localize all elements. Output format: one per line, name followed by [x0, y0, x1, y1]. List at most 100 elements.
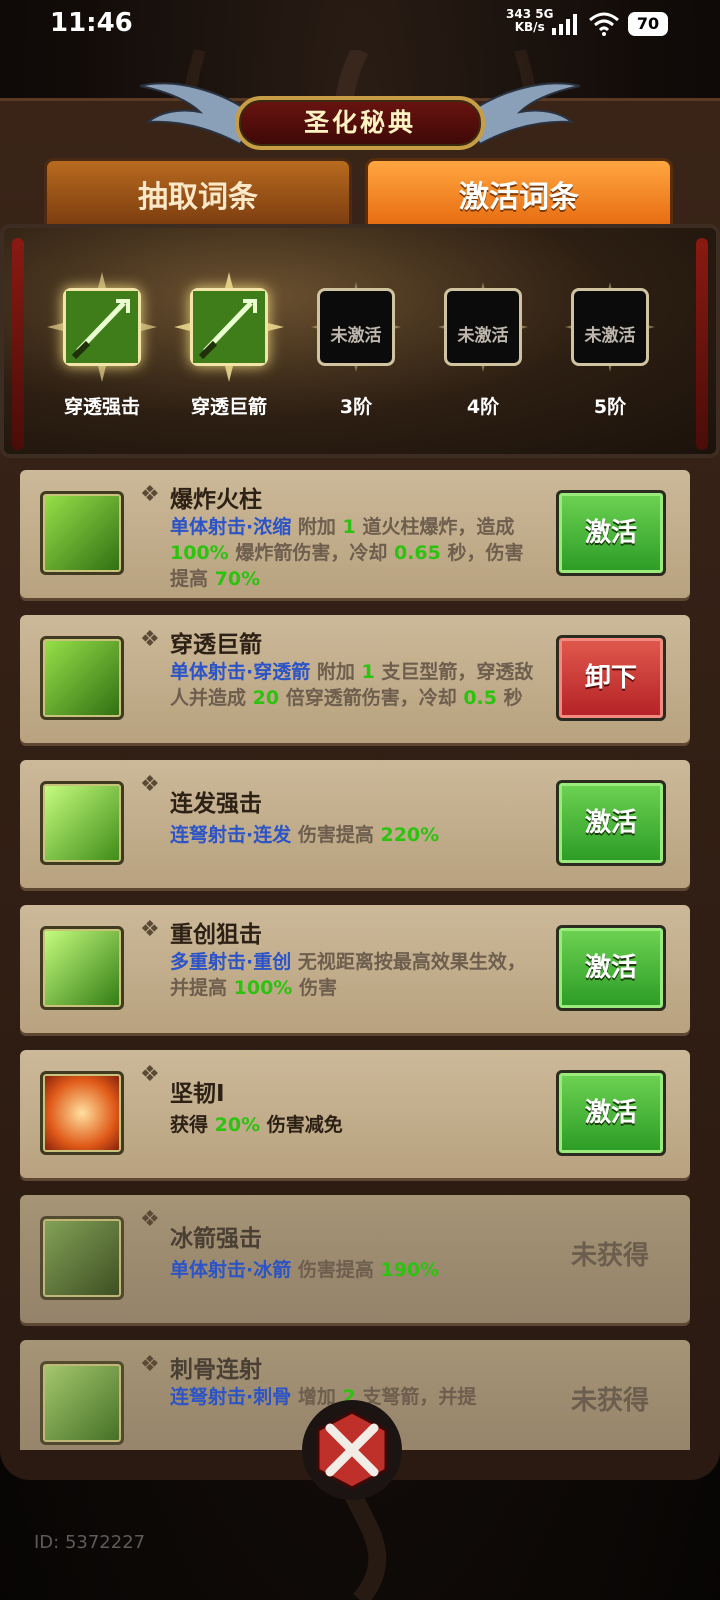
desc-text: 附加 [316, 661, 362, 683]
desc-number: 100% [233, 977, 293, 999]
slot-4-skill-box: 未激活 [444, 288, 522, 366]
diamond-bullet-icon: ❖ [140, 772, 160, 797]
slot-1-name: 穿透强击 [63, 396, 140, 418]
arrow-skill-icon [40, 491, 124, 575]
page-title: 圣化秘典 [235, 96, 485, 150]
entry-card-heavy-snipe: ❖ 重创狙击 多重射击·重创 无视距离按最高效果生效，并提高 100% 伤害 激… [20, 905, 690, 1033]
volley-skill-icon [40, 781, 124, 865]
entry-card-ice-arrow: ❖ 冰箭强击 单体射击·冰箭 伤害提高 190% 未获得 [20, 1195, 690, 1323]
slot-3-locked-text: 未激活 [330, 326, 382, 346]
arrow-skill-icon [193, 291, 265, 363]
entry-title: 连发强击 [170, 791, 262, 817]
entry-list[interactable]: ❖ 爆炸火柱 单体射击·浓缩 附加 1 道火柱爆炸，造成 100% 爆炸箭伤害，… [20, 470, 690, 1450]
entry-card-tenacity: ❖ 坚韧Ⅰ 获得 20% 伤害减免 激活 [20, 1050, 690, 1178]
desc-number: 0.65 [393, 542, 441, 564]
entry-tag: 连弩射击·连发 [170, 824, 292, 846]
diamond-bullet-icon: ❖ [140, 482, 160, 507]
entry-description: 获得 20% 伤害减免 [170, 1112, 540, 1138]
status-time: 11:46 [50, 8, 133, 38]
slot-5-skill-box: 未激活 [571, 288, 649, 366]
entry-tag: 单体射击·浓缩 [170, 516, 292, 538]
entry-tag: 单体射击·冰箭 [170, 1259, 292, 1281]
entry-description: 单体射击·冰箭 伤害提高 190% [170, 1257, 540, 1283]
entry-card-explosion-pillar: ❖ 爆炸火柱 单体射击·浓缩 附加 1 道火柱爆炸，造成 100% 爆炸箭伤害，… [20, 470, 690, 598]
entry-card-piercing-arrow: ❖ 穿透巨箭 单体射击·穿透箭 附加 1 支巨型箭，穿透敌人并造成 20 倍穿透… [20, 615, 690, 743]
net-speed-unit: KB/s [514, 20, 545, 34]
slot-2[interactable]: 穿透巨箭 [174, 272, 284, 442]
activate-button[interactable]: 激活 [556, 490, 666, 576]
desc-number: 190% [380, 1259, 440, 1281]
desc-text: 伤害提高 [297, 1259, 381, 1281]
desc-text: 爆炸箭伤害，冷却 [228, 542, 394, 564]
entry-card-rapid-strike: ❖ 连发强击 连弩射击·连发 伤害提高 220% 激活 [20, 760, 690, 888]
desc-number: 20 [252, 687, 280, 709]
entry-title: 刺骨连射 [170, 1357, 262, 1383]
slot-1[interactable]: 穿透强击 [47, 272, 157, 442]
slot-4[interactable]: 未激活 4阶 [428, 272, 538, 442]
entry-tag: 连弩射击·刺骨 [170, 1386, 292, 1408]
desc-text: 道火柱爆炸，造成 [355, 516, 515, 538]
desc-text: 倍穿透箭伤害，冷却 [279, 687, 464, 709]
desc-text: 附加 [297, 516, 343, 538]
net-speed-value: 343 [506, 7, 532, 21]
frame-right [696, 238, 708, 450]
diamond-bullet-icon: ❖ [140, 627, 160, 652]
unequip-button[interactable]: 卸下 [556, 635, 666, 721]
diamond-bullet-icon: ❖ [140, 1352, 160, 1377]
arrow-skill-icon [66, 291, 138, 363]
entry-title: 穿透巨箭 [170, 632, 262, 658]
desc-text: 伤害提高 [297, 824, 381, 846]
close-icon[interactable] [300, 1398, 404, 1502]
desc-text: 伤害减免 [260, 1114, 343, 1136]
slot-4-locked-text: 未激活 [457, 326, 509, 346]
slot-3-name: 3阶 [339, 396, 373, 418]
title-banner: 圣化秘典 [140, 78, 580, 158]
tab-draw-entries[interactable]: 抽取词条 [44, 158, 352, 224]
volley-skill-icon [40, 1361, 124, 1445]
entry-title: 重创狙击 [170, 922, 262, 948]
desc-number: 220% [380, 824, 440, 846]
status-bar: 11:46 343 5G KB/s 70 [0, 0, 720, 50]
activate-button[interactable]: 激活 [556, 780, 666, 866]
desc-text: 秒 [496, 687, 523, 709]
signal-icon [552, 14, 577, 35]
desc-number: 100% [170, 542, 229, 564]
entry-title: 坚韧Ⅰ [170, 1081, 225, 1107]
slot-5-name: 5阶 [593, 396, 627, 418]
entry-title: 冰箭强击 [170, 1226, 262, 1252]
activate-button[interactable]: 激活 [556, 925, 666, 1011]
equipped-slots-panel: 穿透强击 穿透巨箭 未激活 3阶 未激活 4阶 未激活 5阶 [0, 224, 720, 458]
entry-description: 单体射击·浓缩 附加 1 道火柱爆炸，造成 100% 爆炸箭伤害，冷却 0.65… [170, 514, 540, 592]
desc-text: 伤害 [292, 977, 337, 999]
slot-5-locked-text: 未激活 [584, 326, 636, 346]
diamond-bullet-icon: ❖ [140, 1207, 160, 1232]
shield-skill-icon [40, 1071, 124, 1155]
entry-tag: 多重射击·重创 [170, 951, 292, 973]
diamond-bullet-icon: ❖ [140, 917, 160, 942]
entry-tag: 单体射击·穿透箭 [170, 661, 311, 683]
wifi-icon [589, 12, 619, 36]
desc-number: 70% [214, 568, 261, 590]
tab-activate-entries[interactable]: 激活词条 [365, 158, 673, 224]
unavailable-label: 未获得 [570, 1241, 649, 1271]
slot-4-name: 4阶 [466, 396, 500, 418]
activate-button[interactable]: 激活 [556, 1070, 666, 1156]
slot-3[interactable]: 未激活 3阶 [301, 272, 411, 442]
entry-title: 爆炸火柱 [170, 487, 262, 513]
desc-number: 1 [361, 661, 375, 683]
slot-1-skill-box [63, 288, 141, 366]
slot-5[interactable]: 未激活 5阶 [555, 272, 665, 442]
snipe-skill-icon [40, 926, 124, 1010]
user-id: ID: 5372227 [34, 1532, 146, 1553]
desc-number: 20% [214, 1114, 261, 1136]
app-root: 11:46 343 5G KB/s 70 圣化秘典 抽取词条 激活词条 穿透强击… [0, 0, 720, 1600]
network-speed: 343 5G KB/s [506, 8, 553, 34]
slot-3-skill-box: 未激活 [317, 288, 395, 366]
frame-left [12, 238, 24, 450]
entry-description: 单体射击·穿透箭 附加 1 支巨型箭，穿透敌人并造成 20 倍穿透箭伤害，冷却 … [170, 659, 540, 711]
entry-description: 连弩射击·连发 伤害提高 220% [170, 822, 540, 848]
battery-indicator: 70 [628, 12, 668, 36]
unavailable-label: 未获得 [570, 1386, 649, 1416]
arrow-skill-icon [40, 636, 124, 720]
entry-description: 多重射击·重创 无视距离按最高效果生效，并提高 100% 伤害 [170, 949, 540, 1001]
